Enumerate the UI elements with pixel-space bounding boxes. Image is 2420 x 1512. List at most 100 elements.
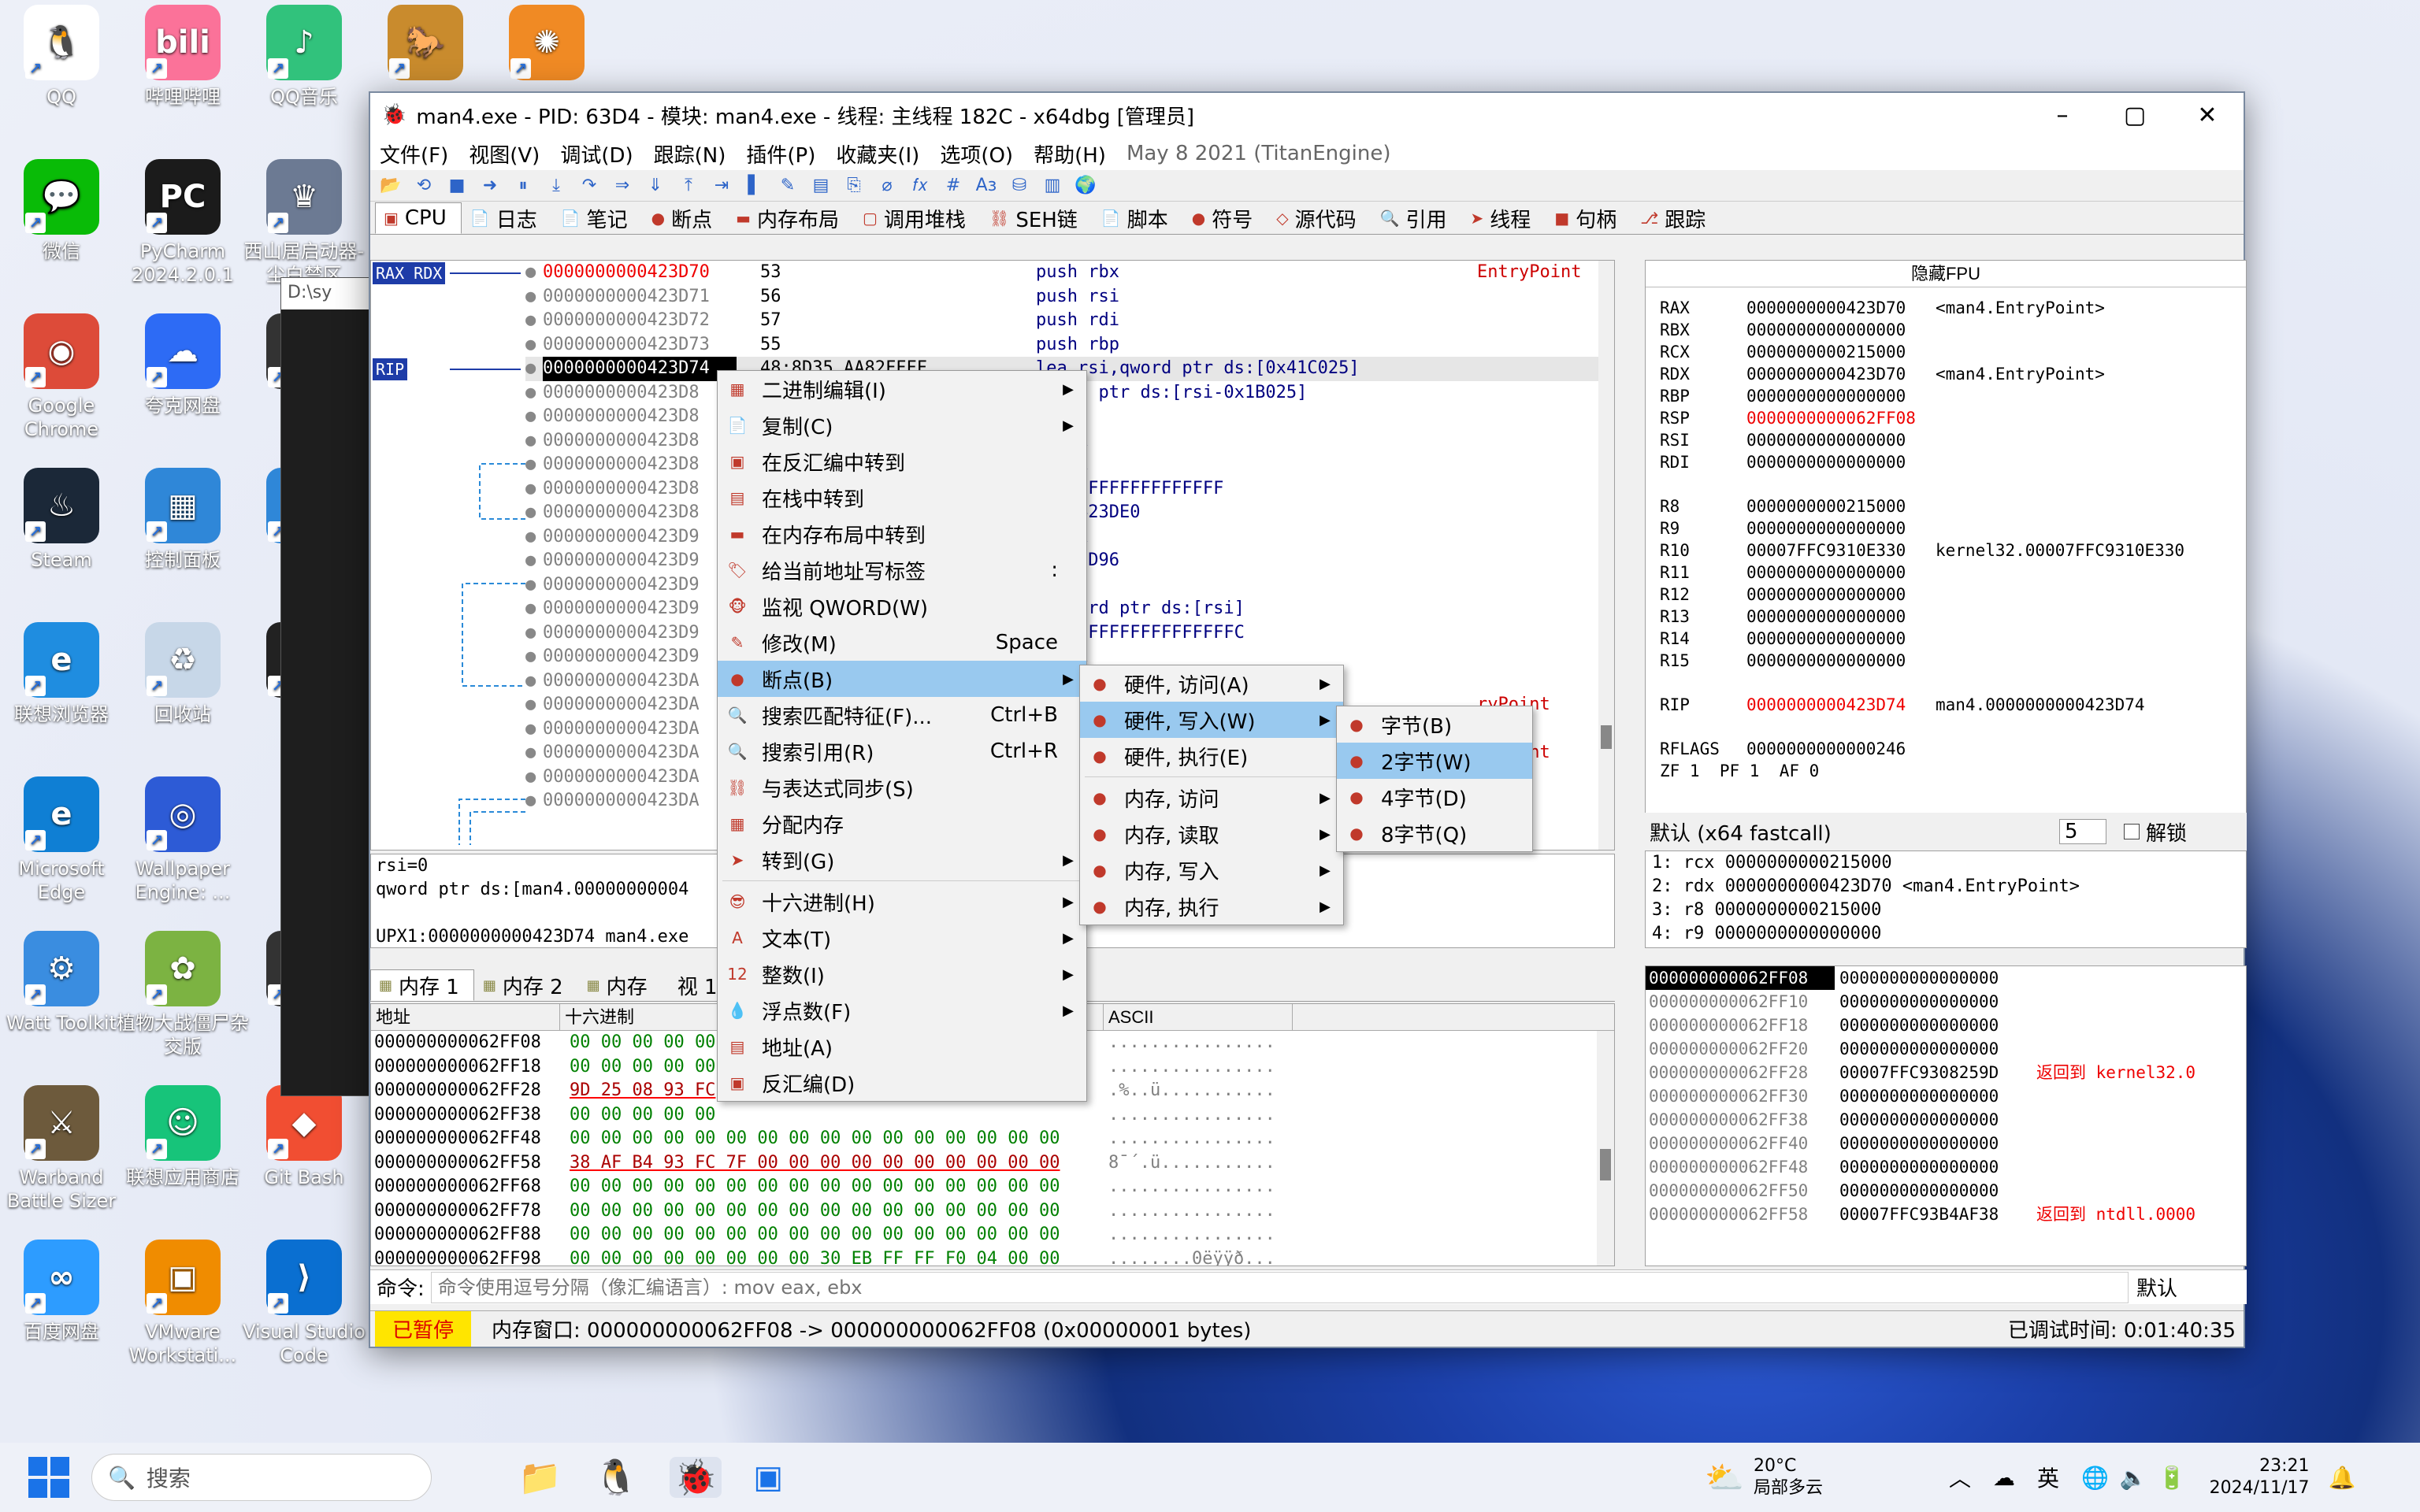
tab-7[interactable]: 📄 脚本: [1093, 202, 1183, 234]
disasm-scrollbar[interactable]: [1598, 261, 1614, 850]
bp-dot[interactable]: ●: [525, 669, 543, 694]
toolbar-button-icon[interactable]: ⟲: [411, 173, 436, 198]
toolbar-button-icon[interactable]: ▥: [1040, 173, 1065, 198]
desktop-icon[interactable]: ⚙ ↗ Watt Toolkit: [0, 931, 131, 1035]
desktop-icon[interactable]: ♪ ↗ QQ音乐: [235, 5, 373, 109]
bp-dot[interactable]: ●: [525, 597, 543, 621]
disasm-row[interactable]: ● 0000000000423D73 55 push rbp: [525, 333, 1605, 358]
register-row[interactable]: RSP 0000000000062FF08: [1660, 407, 2246, 429]
bp-dot[interactable]: ●: [525, 525, 543, 550]
menu-item[interactable]: ● 硬件, 执行(E): [1080, 738, 1343, 774]
maximize-button[interactable]: ▢: [2099, 93, 2171, 137]
register-row[interactable]: R15 0000000000000000: [1660, 650, 2246, 672]
register-row[interactable]: R8 0000000000215000: [1660, 495, 2246, 517]
bp-dot[interactable]: ●: [525, 501, 543, 525]
bp-dot[interactable]: ●: [525, 453, 543, 477]
disasm-row[interactable]: ● 0000000000423D72 57 push rdi: [525, 309, 1605, 333]
file-explorer-icon[interactable]: 📁: [518, 1457, 562, 1498]
register-row[interactable]: RDX 0000000000423D70 <man4.EntryPoint>: [1660, 363, 2246, 385]
menu-item[interactable]: ▦ 分配内存: [718, 806, 1086, 842]
menu-item[interactable]: A 文本(T) ▶: [718, 920, 1086, 956]
register-row[interactable]: RDI 0000000000000000: [1660, 451, 2246, 473]
register-row[interactable]: [1660, 473, 2246, 495]
dump-tab[interactable]: ▦ 内存: [578, 969, 663, 1001]
dump-row[interactable]: 000000000062FF48 00 00 00 00 00 00 00 00 …: [371, 1127, 1614, 1151]
dump-scrollbar[interactable]: [1597, 1031, 1614, 1266]
lock-checkbox[interactable]: [2124, 824, 2140, 839]
tab-9[interactable]: ◇ 源代码: [1268, 202, 1371, 234]
tab-2[interactable]: 📄 笔记: [552, 202, 643, 234]
register-row[interactable]: RCX 0000000000215000: [1660, 341, 2246, 363]
stack-row[interactable]: 000000000062FF08 0000000000000000: [1646, 966, 2246, 990]
bp-dot[interactable]: ●: [525, 429, 543, 454]
dump-tab[interactable]: ▦ 内存 2: [474, 969, 578, 1001]
arg-row[interactable]: 3: r8 0000000000215000: [1652, 899, 2246, 922]
disasm-row[interactable]: ● 0000000000423D71 56 push rsi: [525, 285, 1605, 309]
bp-dot[interactable]: ●: [525, 573, 543, 598]
menu-item[interactable]: ● 4字节(D): [1337, 779, 1532, 815]
tab-0[interactable]: ▣ CPU: [375, 202, 462, 234]
tab-4[interactable]: ▬ 内存布局: [727, 202, 854, 234]
taskbar-search[interactable]: 🔍 搜索: [91, 1454, 432, 1501]
bp-dot[interactable]: ●: [525, 261, 543, 285]
stack-row[interactable]: 000000000062FF58 00007FFC93B4AF38 返回到 ntdl…: [1646, 1203, 2246, 1226]
arg-row[interactable]: 1: rcx 0000000000215000: [1652, 851, 2246, 875]
arg-count-spinner[interactable]: 5: [2059, 819, 2106, 844]
menu-item[interactable]: 帮助(H): [1034, 139, 1106, 169]
toolbar-button-icon[interactable]: ➜: [477, 173, 503, 198]
desktop-icon[interactable]: ◉ ↗ Google Chrome: [0, 313, 131, 441]
desktop-icon[interactable]: ✺ ↗: [477, 5, 616, 85]
dump-tab[interactable]: ▦ 内存 1: [370, 969, 474, 1001]
register-row[interactable]: R14 0000000000000000: [1660, 628, 2246, 650]
tab-12[interactable]: ■ 句柄: [1546, 202, 1631, 234]
register-row[interactable]: R13 0000000000000000: [1660, 606, 2246, 628]
menu-item[interactable]: ● 内存, 执行 ▶: [1080, 888, 1343, 925]
bp-dot[interactable]: ●: [525, 381, 543, 406]
menu-item[interactable]: 🏷 给当前地址写标签:: [718, 552, 1086, 588]
menu-item[interactable]: ▤ 地址(A): [718, 1028, 1086, 1065]
register-row[interactable]: RAX 0000000000423D70 <man4.EntryPoint>: [1660, 297, 2246, 319]
tab-1[interactable]: 📄 日志: [462, 202, 552, 234]
stack-row[interactable]: 000000000062FF30 0000000000000000: [1646, 1084, 2246, 1108]
tab-10[interactable]: 🔍 引用: [1371, 202, 1462, 234]
cloud-icon[interactable]: ☁: [1993, 1465, 2015, 1491]
menu-item[interactable]: 🔍 搜索匹配特征(F)... Ctrl+B: [718, 697, 1086, 733]
minimize-button[interactable]: –: [2026, 93, 2099, 137]
background-window[interactable]: D:\sy: [280, 277, 375, 1096]
menu-item[interactable]: ● 2字节(W): [1337, 743, 1532, 779]
dump-row[interactable]: 000000000062FF98 00 00 00 00 00 00 00 00 …: [371, 1247, 1614, 1266]
register-row[interactable]: R9 0000000000000000: [1660, 517, 2246, 539]
desktop-icon[interactable]: ☁ ↗ 夸克网盘: [113, 313, 252, 417]
bp-dot[interactable]: ●: [525, 477, 543, 502]
toolbar-button-icon[interactable]: ✎: [775, 173, 800, 198]
toolbar-button-icon[interactable]: ⤒: [676, 173, 701, 198]
menu-item[interactable]: ● 内存, 写入 ▶: [1080, 852, 1343, 888]
menu-item[interactable]: ● 断点(B) ▶: [718, 661, 1086, 697]
desktop-icon[interactable]: ▣ ↗ VMware Workstati...: [113, 1240, 252, 1367]
bp-dot[interactable]: ●: [525, 333, 543, 358]
menu-item[interactable]: 💧 浮点数(F) ▶: [718, 992, 1086, 1028]
dump-row[interactable]: 000000000062FF68 00 00 00 00 00 00 00 00 …: [371, 1175, 1614, 1199]
args-pane[interactable]: 1: rcx 0000000000215000 2: rdx 0000000000…: [1645, 850, 2247, 948]
volume-icon[interactable]: 🔈: [2120, 1465, 2147, 1491]
bp-dot[interactable]: ●: [525, 765, 543, 790]
menu-item[interactable]: ● 字节(B): [1337, 706, 1532, 743]
tray-chevron-icon[interactable]: ︿: [1949, 1462, 1971, 1493]
bp-dot[interactable]: ●: [525, 285, 543, 309]
register-row[interactable]: R11 0000000000000000: [1660, 561, 2246, 584]
menu-item[interactable]: 文件(F): [380, 139, 448, 169]
dump-row[interactable]: 000000000062FF78 00 00 00 00 00 00 00 00 …: [371, 1199, 1614, 1224]
menu-item[interactable]: 调试(D): [560, 139, 633, 169]
desktop-icon[interactable]: ◎ ↗ Wallpaper Engine: ...: [113, 776, 252, 904]
toolbar-button-icon[interactable]: ⌀: [874, 173, 900, 198]
bp-dot[interactable]: ●: [525, 717, 543, 742]
qq-taskbar-icon[interactable]: 🐧: [595, 1457, 638, 1498]
toolbar-button-icon[interactable]: ⎘: [841, 173, 867, 198]
desktop-icon[interactable]: PC ↗ PyCharm 2024.2.0.1: [113, 159, 252, 287]
tab-13[interactable]: ⎇ 跟踪: [1631, 202, 1720, 234]
stack-pane[interactable]: 000000000062FF08 0000000000000000 00000000…: [1645, 965, 2247, 1266]
toolbar-button-icon[interactable]: Aз: [974, 173, 999, 198]
register-row[interactable]: RSI 0000000000000000: [1660, 429, 2246, 451]
arg-row[interactable]: 2: rdx 0000000000423D70 <man4.EntryPoint…: [1652, 875, 2246, 899]
desktop-icon[interactable]: ✿ ↗ 植物大战僵尸杂交版: [113, 931, 252, 1058]
